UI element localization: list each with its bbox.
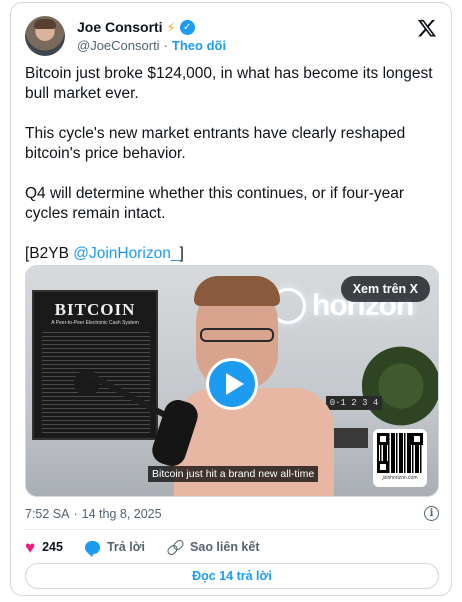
- tweet-header: Joe Consorti ⚡ ✓ @JoeConsorti · Theo dõi: [25, 14, 437, 58]
- plant: [362, 346, 438, 426]
- verified-badge-icon: ✓: [179, 19, 195, 35]
- read-replies-button[interactable]: Đọc 14 trả lời: [25, 563, 439, 589]
- timestamp-separator: ·: [73, 507, 78, 521]
- tag-suffix: ]: [179, 245, 184, 262]
- tweet-time[interactable]: 7:52 SA: [25, 507, 69, 521]
- qr-code-pattern: [377, 433, 423, 473]
- avatar-hair: [34, 19, 56, 29]
- reply-bubble-icon: [84, 540, 100, 557]
- play-icon: [225, 373, 244, 395]
- tweet-card: Joe Consorti ⚡ ✓ @JoeConsorti · Theo dõi…: [10, 2, 452, 596]
- desk-clock: 0·1 2 3 4: [326, 396, 382, 410]
- link-icon: [167, 539, 183, 555]
- poster-subtitle: A Peer-to-Peer Electronic Cash System: [51, 320, 139, 326]
- qr-corner: [411, 433, 423, 445]
- video-caption: Bitcoin just hit a brand new all-time: [148, 466, 319, 482]
- tweet-body: Bitcoin just broke $124,000, in what has…: [25, 64, 439, 284]
- tag-prefix: [B2YB: [25, 245, 74, 262]
- safe-box: [332, 428, 368, 448]
- divider: [25, 529, 439, 530]
- poster-title: BITCOIN: [54, 300, 136, 319]
- qr-corner: [377, 433, 389, 445]
- watch-on-x-button[interactable]: Xem trên X: [340, 276, 430, 302]
- author-handle[interactable]: @JoeConsorti: [77, 38, 160, 53]
- tweet-paragraph: Q4 will determine whether this continues…: [25, 185, 405, 222]
- reply-label: Trả lời: [106, 540, 146, 554]
- info-icon[interactable]: i: [424, 506, 439, 521]
- reply-button[interactable]: Trả lời: [84, 540, 146, 557]
- speaker-hair: [194, 276, 280, 306]
- author-name-row: Joe Consorti ⚡ ✓: [77, 17, 195, 37]
- action-bar: ♥ 245 Trả lời Sao liên kết: [25, 537, 260, 557]
- bitcoin-poster: BITCOIN A Peer-to-Peer Electronic Cash S…: [32, 290, 158, 440]
- tweet-date[interactable]: 14 thg 8, 2025: [82, 507, 162, 521]
- video-player[interactable]: BITCOIN A Peer-to-Peer Electronic Cash S…: [25, 265, 439, 497]
- tweet-paragraph: This cycle's new market entrants have cl…: [25, 125, 406, 162]
- author-name[interactable]: Joe Consorti: [77, 19, 163, 35]
- x-logo-icon[interactable]: [417, 18, 437, 38]
- speaker-glasses: [200, 328, 274, 342]
- play-button[interactable]: [206, 358, 258, 410]
- handle-separator: ·: [163, 38, 168, 53]
- tweet-tag-line: [B2YB @JoinHorizon_]: [25, 244, 439, 264]
- author-handle-row: @JoeConsorti · Theo dõi: [77, 38, 226, 53]
- lightning-emoji: ⚡: [166, 19, 176, 35]
- qr-label: joinhorizon.com: [382, 475, 418, 481]
- mention-link[interactable]: @JoinHorizon_: [73, 245, 179, 262]
- follow-link[interactable]: Theo dõi: [172, 38, 226, 53]
- tweet-timestamp-row: 7:52 SA · 14 thg 8, 2025 i: [25, 505, 439, 523]
- copy-link-button[interactable]: Sao liên kết: [167, 539, 259, 555]
- qr-corner: [377, 461, 389, 473]
- tweet-paragraph: Bitcoin just broke $124,000, in what has…: [25, 65, 433, 102]
- heart-icon: ♥: [25, 537, 36, 557]
- like-count: 245: [42, 540, 63, 554]
- qr-code: joinhorizon.com: [373, 429, 427, 487]
- copy-link-label: Sao liên kết: [190, 540, 260, 554]
- author-avatar[interactable]: [25, 16, 65, 56]
- like-button[interactable]: ♥ 245: [25, 539, 63, 556]
